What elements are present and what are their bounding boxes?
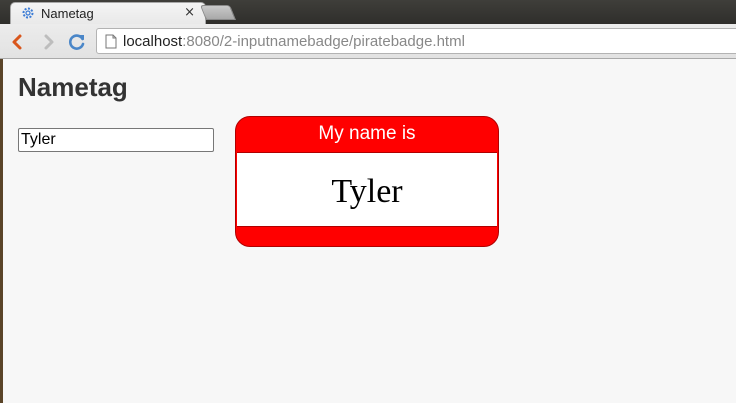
url-path: :8080/2-inputnamebadge/piratebadge.html	[182, 33, 465, 50]
url-host: localhost	[123, 33, 183, 50]
browser-toolbar: localhost:8080/2-inputnamebadge/pirateba…	[0, 24, 736, 59]
name-input[interactable]	[18, 128, 214, 152]
url-text: localhost:8080/2-inputnamebadge/pirateba…	[123, 33, 465, 50]
tab-title: Nametag	[41, 6, 94, 21]
browser-titlebar: Nametag ×	[0, 0, 736, 24]
reload-icon	[69, 34, 85, 50]
back-button[interactable]	[6, 31, 28, 53]
back-arrow-icon	[12, 34, 22, 50]
address-bar[interactable]: localhost:8080/2-inputnamebadge/pirateba…	[96, 28, 736, 54]
close-tab-icon[interactable]: ×	[184, 5, 195, 20]
gear-icon	[21, 6, 35, 20]
new-tab-button[interactable]	[199, 5, 236, 20]
page-title: Nametag	[18, 72, 128, 102]
name-badge: My name is Tyler	[235, 116, 499, 247]
reload-button[interactable]	[66, 31, 88, 53]
badge-name: Tyler	[331, 173, 403, 210]
page-icon	[105, 34, 117, 49]
badge-header: My name is	[318, 123, 416, 144]
forward-arrow-icon	[44, 34, 54, 50]
forward-button[interactable]	[38, 31, 60, 53]
browser-tab[interactable]: Nametag ×	[10, 2, 206, 24]
page-content: Nametag My name is Tyler	[3, 59, 736, 403]
badge-body: Tyler	[237, 152, 497, 227]
